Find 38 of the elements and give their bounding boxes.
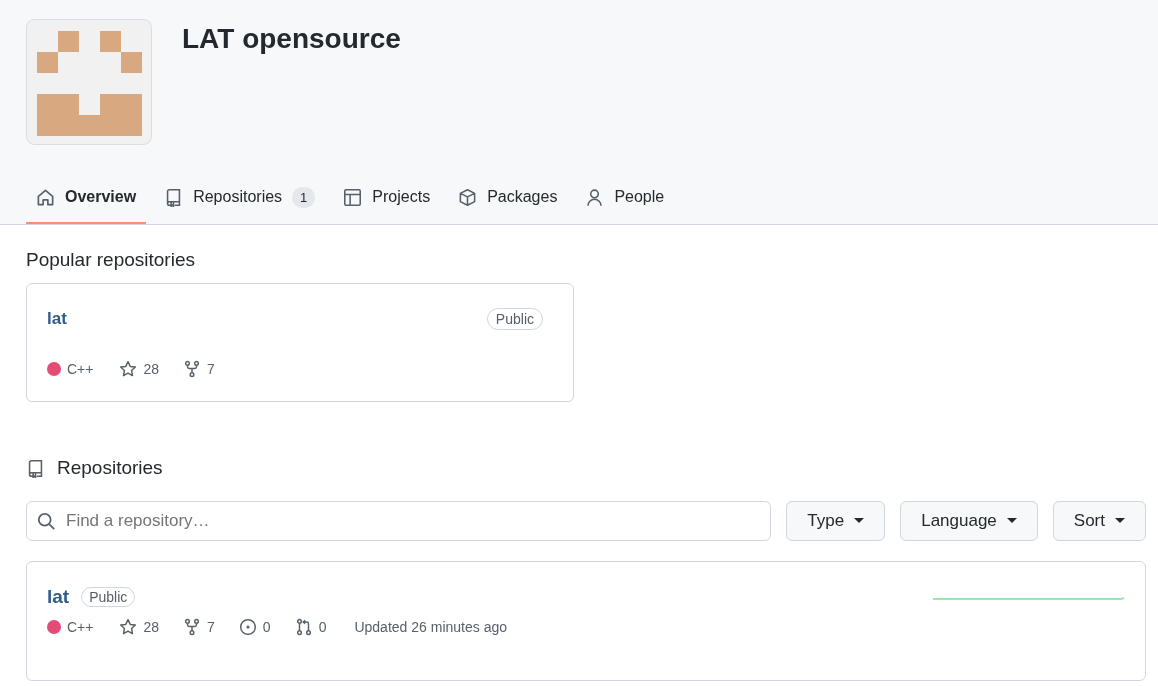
language-name: C++ bbox=[67, 361, 94, 377]
person-icon bbox=[585, 187, 605, 207]
org-name: LAT opensource bbox=[182, 23, 401, 56]
issue-icon bbox=[238, 618, 257, 636]
section-heading: Popular repositories bbox=[26, 249, 196, 271]
book-icon bbox=[26, 458, 45, 478]
star-icon bbox=[119, 360, 138, 378]
language-name: C++ bbox=[67, 619, 94, 635]
repo-link[interactable]: lat bbox=[47, 309, 67, 329]
nav-tab[interactable]: Overview bbox=[26, 172, 147, 224]
search-field[interactable]: Find a repository… bbox=[26, 501, 772, 541]
table-icon bbox=[343, 187, 363, 207]
pull-request-count: 0 bbox=[318, 619, 327, 635]
star-icon bbox=[119, 618, 138, 636]
filter-dropdown[interactable]: Sort bbox=[1052, 501, 1146, 541]
caret-icon bbox=[1115, 518, 1125, 524]
fork-icon bbox=[183, 618, 202, 636]
nav-tab[interactable]: Projects bbox=[333, 172, 441, 224]
updated-time: Updated 26 minutes ago bbox=[354, 619, 507, 635]
nav-tab[interactable]: Packages bbox=[448, 172, 568, 224]
nav-tab[interactable]: Repositories 1 bbox=[154, 172, 326, 224]
count-badge: 1 bbox=[292, 186, 316, 208]
fork-icon bbox=[183, 360, 202, 378]
star-count: 28 bbox=[143, 619, 160, 635]
fork-count: 7 bbox=[207, 619, 215, 635]
filter-dropdown[interactable]: Type bbox=[786, 501, 886, 541]
repo-link[interactable]: lat bbox=[47, 586, 70, 608]
filter-dropdown[interactable]: Language bbox=[900, 501, 1038, 541]
issue-count: 0 bbox=[262, 619, 271, 635]
section-heading: Repositories bbox=[57, 457, 163, 479]
caret-icon bbox=[854, 518, 865, 524]
star-count: 28 bbox=[143, 361, 160, 377]
caret-icon bbox=[1006, 518, 1017, 524]
fork-count: 7 bbox=[207, 361, 215, 377]
pull-request-icon bbox=[294, 618, 313, 636]
nav-tab[interactable]: People bbox=[575, 172, 675, 224]
cube-icon bbox=[458, 187, 478, 207]
home-icon bbox=[36, 187, 55, 207]
